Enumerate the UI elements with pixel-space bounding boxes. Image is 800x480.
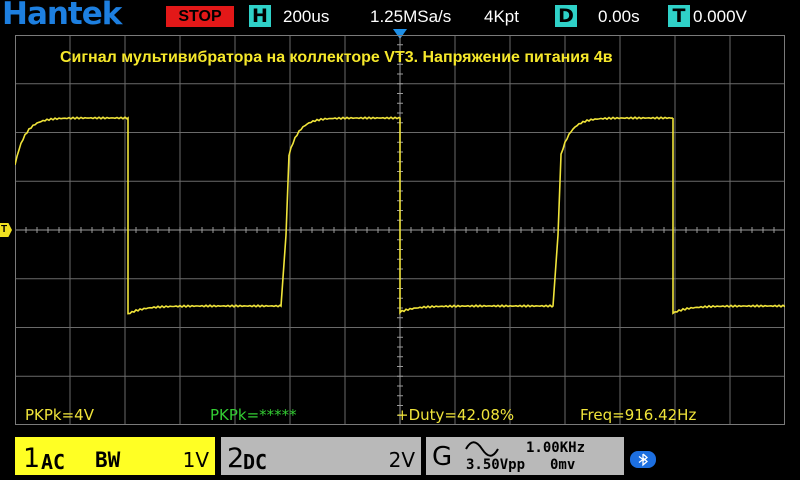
ch1-scale: 1V	[182, 448, 209, 472]
generator-amplitude: 3.50Vpp	[466, 457, 526, 473]
trigger-key[interactable]: T	[668, 5, 690, 27]
ch2-coupling: DC	[243, 450, 268, 474]
run-stop-button[interactable]: STOP	[166, 6, 234, 27]
top-status-bar: Hantek STOP H 200us 1.25MSa/s 4Kpt D 0.0…	[0, 0, 800, 32]
measurement-duty: +Duty=42.08%	[396, 406, 515, 424]
waveform-display	[15, 35, 785, 425]
delay-value[interactable]: 0.00s	[598, 7, 640, 27]
channel-2-panel[interactable]: 2 DC 2V	[221, 437, 421, 475]
bluetooth-icon[interactable]	[630, 451, 656, 468]
ch1-coupling: AC	[41, 450, 66, 474]
delay-key[interactable]: D	[555, 5, 577, 27]
brand-logo: Hantek	[2, 0, 122, 32]
measurement-ch2-pkpk: PKPk=*****	[210, 406, 297, 424]
display-title: Сигнал мультивибратора на коллекторе VT3…	[60, 49, 613, 66]
ch1-number: 1	[23, 443, 41, 474]
ch1-bandwidth-limit: BW	[95, 448, 121, 472]
channel-1-panel[interactable]: 1 AC BW 1V	[15, 437, 215, 475]
ch1-trace	[15, 116, 785, 315]
sample-rate-value: 1.25MSa/s	[370, 7, 452, 26]
ch2-number: 2	[227, 443, 245, 474]
generator-offset: 0mv	[550, 457, 576, 473]
timebase-value[interactable]: 200us	[283, 7, 329, 27]
generator-frequency: 1.00KHz	[526, 440, 586, 456]
memory-depth-value: 4Kpt	[484, 7, 519, 26]
trigger-level-value[interactable]: 0.000V	[693, 7, 747, 27]
measurement-frequency: Freq=916.42Hz	[580, 406, 697, 424]
ch2-scale: 2V	[388, 448, 415, 472]
generator-label: G	[432, 442, 453, 472]
horizontal-key[interactable]: H	[249, 5, 271, 27]
sine-wave-icon	[465, 441, 499, 457]
measurement-ch1-pkpk: PKPk=4V	[25, 406, 94, 424]
trigger-level-marker[interactable]: T	[0, 223, 12, 237]
generator-panel[interactable]: G 1.00KHz 3.50Vpp 0mv	[426, 437, 624, 475]
